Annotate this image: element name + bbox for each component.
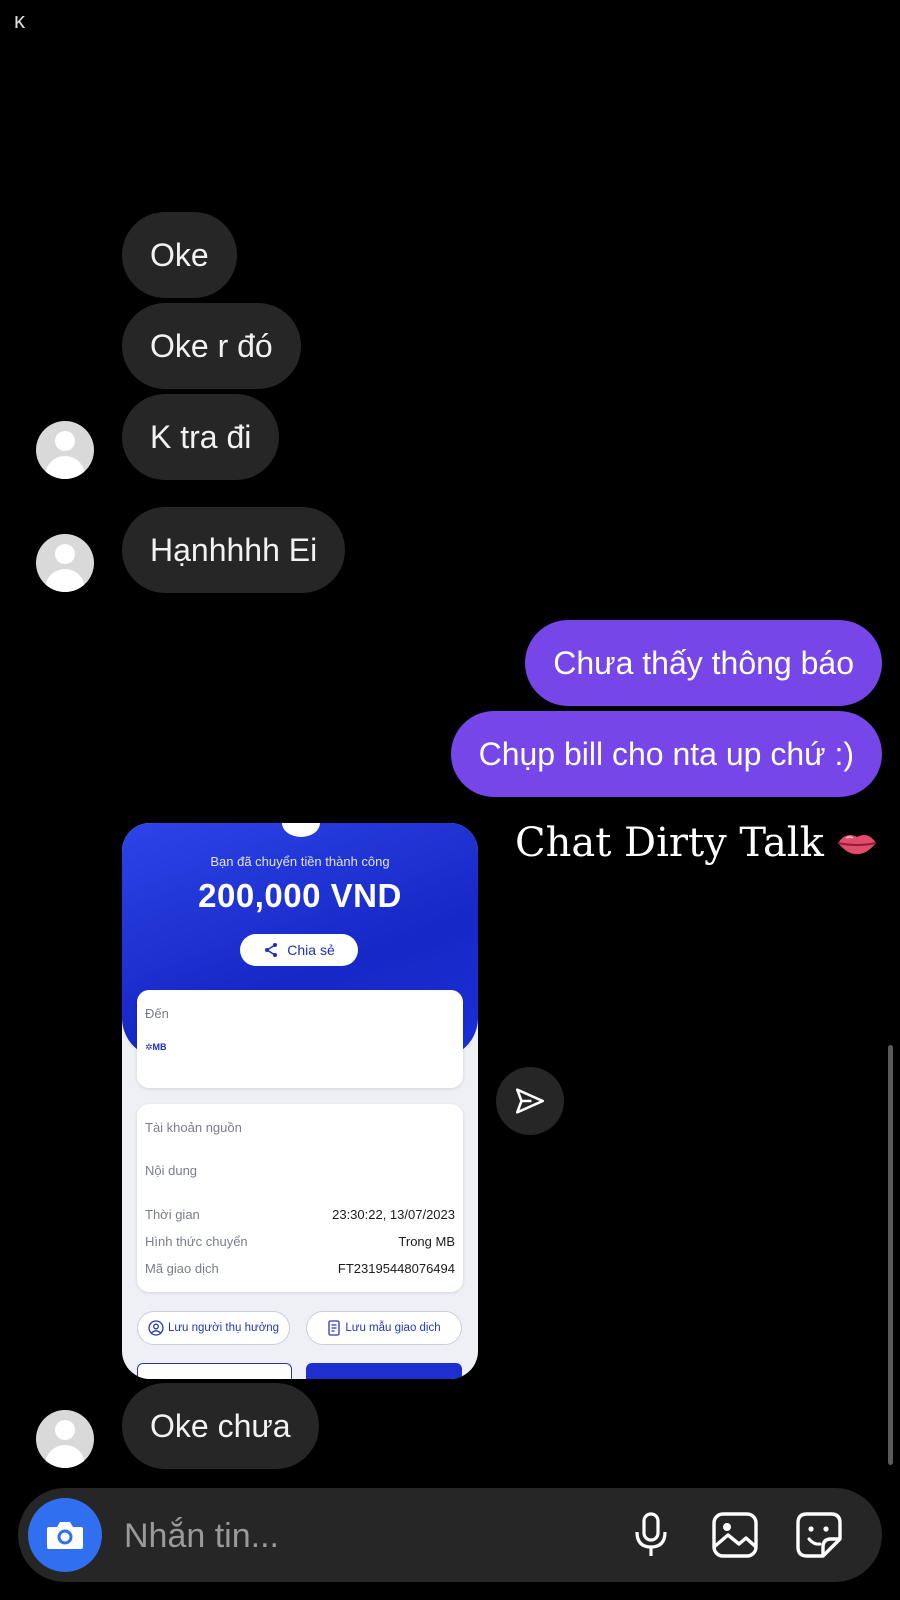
receipt-primary-button (306, 1363, 462, 1379)
receipt-txn-id-label: Mã giao dịch (145, 1261, 219, 1276)
receipt-share-button: Chia sẻ (240, 934, 358, 966)
receipt-method-label: Hình thức chuyển (145, 1234, 248, 1249)
outgoing-message-bubble[interactable]: Chưa thấy thông báo (525, 620, 882, 706)
message-text: Oke (150, 237, 209, 273)
receipt-save-beneficiary-button: Lưu người thụ hưởng (137, 1311, 290, 1345)
gallery-icon (712, 1512, 758, 1558)
receipt-save-template-label: Lưu mẫu giao dịch (345, 1322, 441, 1334)
receipt-headline: Bạn đã chuyển tiền thành công (210, 854, 390, 869)
forward-button[interactable] (496, 1067, 564, 1135)
mb-bank-logo: ✲MB (145, 1042, 167, 1052)
contact-avatar[interactable] (36, 421, 94, 479)
receipt-save-beneficiary-label: Lưu người thụ hưởng (167, 1322, 280, 1334)
incoming-message-bubble[interactable]: Hạnhhhh Ei (122, 507, 346, 593)
receipt-amount: 200,000 VND (198, 877, 402, 914)
contact-avatar[interactable] (36, 534, 94, 592)
microphone-icon (635, 1512, 667, 1556)
user-circle-icon (148, 1320, 164, 1336)
document-icon (328, 1320, 340, 1336)
message-text: Chưa thấy thông báo (553, 645, 854, 681)
message-text: Oke chưa (150, 1408, 291, 1444)
status-bar-glyph: ĸ (14, 8, 25, 33)
receipt-recipient-card: Đến ✲MB (137, 990, 463, 1088)
message-composer (18, 1488, 882, 1582)
receipt-txn-id-value: FT23195448076494 (337, 1261, 455, 1276)
outgoing-message-bubble[interactable]: Chụp bill cho nta up chứ :) (450, 711, 882, 797)
story-caption: Chat Dirty Talk (515, 820, 878, 866)
story-caption-text: Chat Dirty Talk (515, 820, 824, 866)
incoming-message-bubble[interactable]: Oke (122, 212, 237, 298)
contact-avatar[interactable] (36, 1410, 94, 1468)
incoming-message-bubble[interactable]: Oke r đó (122, 303, 301, 389)
message-text: Hạnhhhh Ei (150, 532, 318, 568)
incoming-message-bubble[interactable]: K tra đi (122, 394, 280, 480)
sticker-icon (796, 1512, 842, 1558)
receipt-details-card: Tài khoản nguồn Nội dung Thời gian 23:30… (137, 1104, 463, 1292)
lips-emoji (837, 835, 877, 855)
receipt-share-label: Chia sẻ (287, 942, 335, 958)
microphone-button[interactable] (626, 1510, 676, 1560)
shared-receipt-image[interactable]: Bạn đã chuyển tiền thành công 200,000 VN… (122, 823, 478, 1379)
receipt-to-label: Đến (145, 1006, 169, 1021)
receipt-content-label: Nội dung (145, 1163, 198, 1178)
receipt-time-value: 23:30:22, 13/07/2023 (332, 1207, 455, 1222)
message-text: Oke r đó (150, 328, 273, 364)
receipt-outline-button (137, 1363, 292, 1379)
receipt-time-label: Thời gian (145, 1207, 200, 1222)
message-text: Chụp bill cho nta up chứ :) (478, 736, 854, 772)
message-input[interactable] (122, 1510, 606, 1562)
send-forward-icon (515, 1088, 545, 1114)
incoming-message-bubble[interactable]: Oke chưa (122, 1383, 319, 1469)
message-text: K tra đi (150, 419, 252, 455)
receipt-save-template-button: Lưu mẫu giao dịch (306, 1311, 462, 1345)
scrollbar[interactable] (888, 1045, 893, 1465)
gallery-button[interactable] (710, 1510, 760, 1560)
receipt-source-label: Tài khoản nguồn (145, 1120, 242, 1135)
sticker-button[interactable] (794, 1510, 844, 1560)
share-icon (265, 943, 278, 957)
camera-icon (47, 1522, 83, 1549)
receipt-method-value: Trong MB (398, 1234, 455, 1249)
camera-button[interactable] (28, 1498, 102, 1572)
